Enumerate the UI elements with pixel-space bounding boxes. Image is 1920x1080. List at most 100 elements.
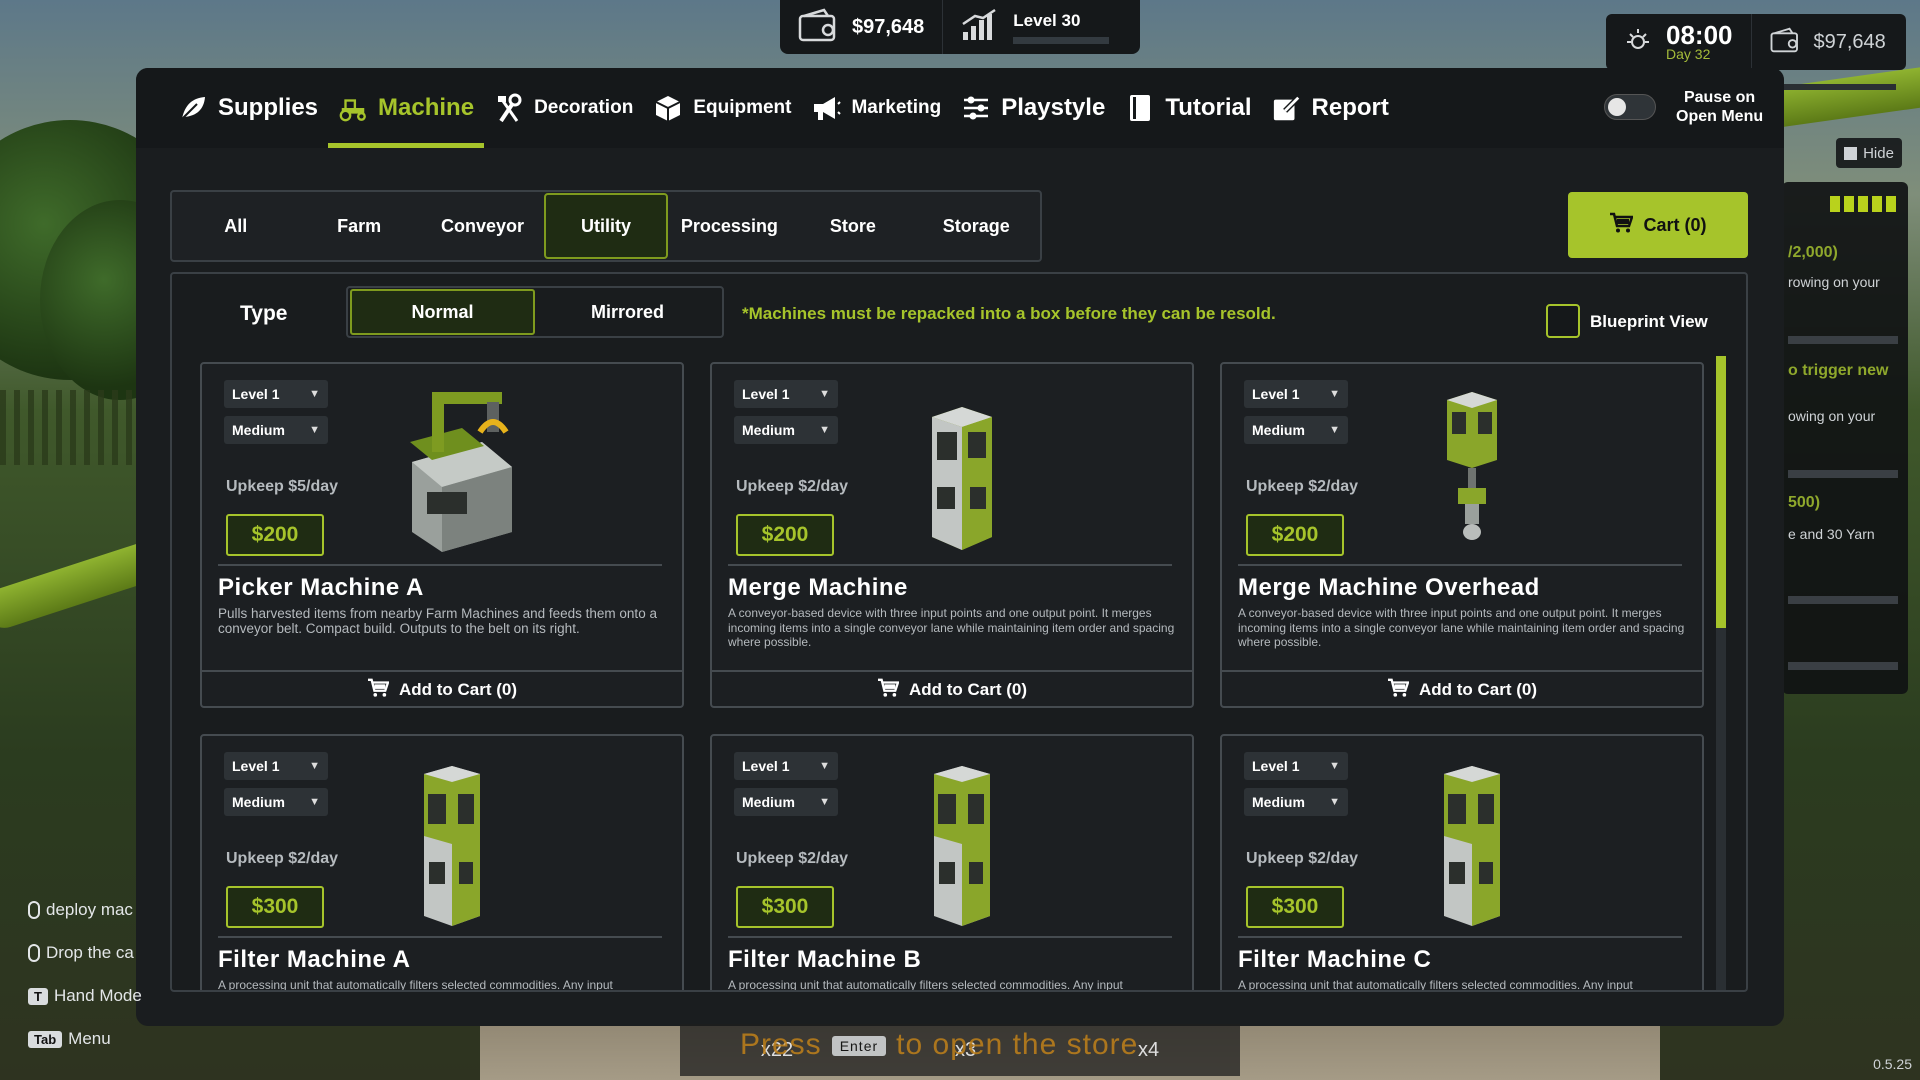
- chevron-down-icon: ▼: [819, 796, 830, 808]
- hide-label: Hide: [1863, 144, 1894, 162]
- hint-hand-mode: T Hand Mode: [28, 986, 142, 1006]
- nav-tab-tutorial[interactable]: Tutorial: [1115, 68, 1261, 148]
- size-dropdown[interactable]: Medium ▼: [224, 416, 328, 444]
- level-value: Level 1: [232, 386, 280, 402]
- nav-tab-supplies[interactable]: Supplies: [168, 68, 328, 148]
- quest-progress-bar: [1788, 596, 1898, 604]
- size-dropdown[interactable]: Medium ▼: [734, 416, 838, 444]
- cart-label: Cart (0): [1643, 214, 1707, 235]
- level-value: Level 1: [742, 386, 790, 402]
- machine-list-panel: Type Normal Mirrored *Machines must be r…: [170, 272, 1748, 992]
- box-icon: [653, 93, 683, 123]
- category-filter-bar: All Farm Conveyor Utility Processing Sto…: [170, 190, 1042, 262]
- add-to-cart-button[interactable]: Add to Cart (0): [202, 670, 682, 708]
- category-conveyor[interactable]: Conveyor: [421, 193, 544, 259]
- xp-progress-bar: [1013, 36, 1110, 44]
- upkeep-text: Upkeep $2/day: [736, 478, 849, 495]
- card-divider: [728, 936, 1172, 938]
- press-text: Press: [740, 1028, 822, 1061]
- level-dropdown[interactable]: Level 1 ▼: [224, 752, 328, 780]
- category-store[interactable]: Store: [791, 193, 914, 259]
- level-dropdown[interactable]: Level 1 ▼: [1244, 380, 1348, 408]
- machine-description: A processing unit that automatically fil…: [1238, 978, 1633, 992]
- add-to-cart-button[interactable]: Add to Cart (0): [712, 670, 1192, 708]
- nav-tab-decoration[interactable]: Decoration: [484, 68, 643, 148]
- machine-description: A processing unit that automatically fil…: [728, 978, 1123, 992]
- press-text-end: to open the store: [896, 1028, 1139, 1061]
- mouse-icon: [28, 944, 40, 962]
- nav-tab-report[interactable]: Report: [1262, 68, 1399, 148]
- price-tag: $200: [1246, 514, 1344, 556]
- money-value: $97,648: [852, 15, 925, 38]
- key-tab: Tab: [28, 1030, 63, 1048]
- top-hud: $97,648 Level 30: [780, 0, 1140, 54]
- hide-quests-button[interactable]: Hide: [1836, 138, 1902, 168]
- size-value: Medium: [232, 794, 285, 810]
- hide-icon: [1844, 146, 1858, 160]
- blueprint-view-checkbox[interactable]: [1546, 304, 1580, 338]
- nav-label: Report: [1311, 94, 1389, 121]
- machine-description: A processing unit that automatically fil…: [218, 978, 613, 992]
- level-value: Level 1: [232, 758, 280, 774]
- machine-title: Filter Machine A: [218, 946, 411, 973]
- open-store-hint: Press Enter to open the store: [740, 1028, 1138, 1062]
- machine-description: Pulls harvested items from nearby Farm M…: [218, 606, 657, 636]
- chevron-down-icon: ▼: [1329, 760, 1340, 772]
- size-dropdown[interactable]: Medium ▼: [224, 788, 328, 816]
- book-icon: [1125, 93, 1155, 123]
- nav-tab-machine[interactable]: Machine: [328, 68, 485, 148]
- type-normal-option[interactable]: Normal: [350, 289, 536, 335]
- level-dropdown[interactable]: Level 1 ▼: [224, 380, 328, 408]
- machine-description: A conveyor-based device with three input…: [728, 606, 1175, 649]
- machine-title: Merge Machine Overhead: [1238, 574, 1540, 601]
- level-dropdown[interactable]: Level 1 ▼: [1244, 752, 1348, 780]
- category-all[interactable]: All: [174, 193, 297, 259]
- wallet-icon: [1770, 27, 1800, 58]
- scrollbar-thumb[interactable]: [1716, 356, 1726, 628]
- filter-machine-image: [424, 766, 480, 926]
- toggle-knob: [1608, 98, 1626, 116]
- nav-label: Supplies: [218, 94, 319, 121]
- filter-machine-image: [1444, 766, 1500, 926]
- chevron-down-icon: ▼: [1329, 796, 1340, 808]
- size-value: Medium: [1252, 422, 1305, 438]
- picker-machine-image: [410, 392, 512, 552]
- upkeep-text: Upkeep $2/day: [736, 850, 849, 867]
- size-dropdown[interactable]: Medium ▼: [1244, 788, 1348, 816]
- level-dropdown[interactable]: Level 1 ▼: [734, 380, 838, 408]
- tools-icon: [494, 93, 524, 123]
- shop-window: Supplies Machine Decoration Equipment Ma…: [136, 68, 1784, 1026]
- nav-label: Tutorial: [1165, 94, 1252, 121]
- pause-on-menu-toggle[interactable]: [1604, 94, 1656, 120]
- category-processing[interactable]: Processing: [668, 193, 791, 259]
- price-tag: $200: [226, 514, 324, 556]
- level-value: Level 1: [742, 758, 790, 774]
- category-farm[interactable]: Farm: [297, 193, 420, 259]
- megaphone-icon: [811, 93, 842, 123]
- add-to-cart-button[interactable]: Add to Cart (0): [1222, 670, 1702, 708]
- size-dropdown[interactable]: Medium ▼: [734, 788, 838, 816]
- hint-menu: Tab Menu: [28, 1029, 111, 1049]
- clock-display: 08:00 Day 32: [1606, 14, 1751, 70]
- nav-tab-equipment[interactable]: Equipment: [643, 68, 801, 148]
- machine-card-filter-machine-a: Level 1 ▼ Medium ▼ Upkeep $2/day $300 Filt…: [200, 734, 684, 992]
- tractor-icon: [338, 93, 368, 123]
- quest-panel: /2,000) rowing on your o trigger new owi…: [1782, 182, 1908, 694]
- size-dropdown[interactable]: Medium ▼: [1244, 416, 1348, 444]
- level-dropdown[interactable]: Level 1 ▼: [734, 752, 838, 780]
- quest-progress-bar: [1788, 470, 1898, 478]
- category-utility[interactable]: Utility: [544, 193, 668, 259]
- nav-tab-playstyle[interactable]: Playstyle: [951, 68, 1115, 148]
- type-mirrored-option[interactable]: Mirrored: [535, 289, 720, 335]
- price-tag: $200: [736, 514, 834, 556]
- hotbar-slot[interactable]: x4: [1138, 1039, 1159, 1062]
- list-scrollbar[interactable]: [1716, 356, 1726, 990]
- category-storage[interactable]: Storage: [915, 193, 1038, 259]
- nav-label: Decoration: [534, 97, 634, 118]
- cart-button[interactable]: Cart (0): [1568, 192, 1748, 258]
- level-value: Level 1: [1252, 386, 1300, 402]
- nav-tab-marketing[interactable]: Marketing: [801, 68, 951, 148]
- size-value: Medium: [232, 422, 285, 438]
- chevron-down-icon: ▼: [309, 388, 320, 400]
- chevron-down-icon: ▼: [819, 424, 830, 436]
